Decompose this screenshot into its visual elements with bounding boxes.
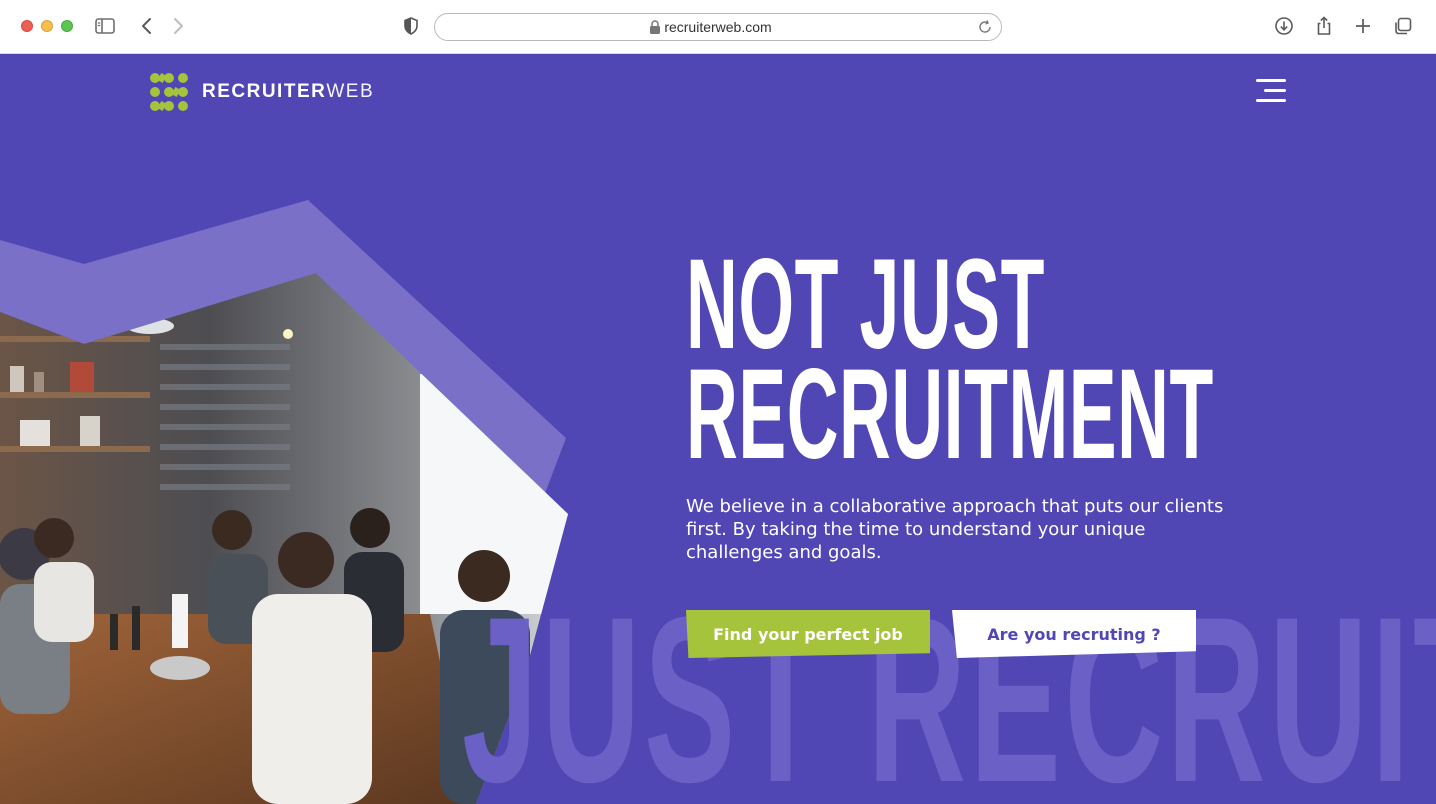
chevron-right-icon[interactable] — [167, 15, 189, 37]
plus-icon[interactable] — [1352, 15, 1374, 37]
find-job-button[interactable]: Find your perfect job — [686, 610, 930, 658]
hero-section: JUST RECRUITM RECRUITERWEB NOT JUST RECR… — [0, 54, 1436, 804]
logo-wordmark: RECRUITERWEB — [202, 81, 374, 103]
menu-line — [1256, 99, 1286, 102]
url-text: recruiterweb.com — [664, 19, 772, 35]
sidebar-icon[interactable] — [94, 15, 116, 37]
download-icon[interactable] — [1273, 15, 1295, 37]
recruiting-button[interactable]: Are you recruting ? — [952, 610, 1196, 658]
minimize-window-button[interactable] — [41, 20, 53, 32]
reload-icon[interactable] — [977, 19, 993, 35]
site-logo[interactable]: RECRUITERWEB — [149, 72, 374, 112]
hero-headline: NOT JUST RECRUITMENT — [686, 241, 1214, 486]
browser-toolbar: recruiterweb.com — [0, 0, 1436, 54]
logo-text-bold: RECRUITER — [202, 81, 327, 102]
logo-mark-icon — [150, 73, 188, 111]
tabs-icon[interactable] — [1392, 15, 1414, 37]
hero-description: We believe in a collaborative approach t… — [686, 496, 1224, 563]
share-icon[interactable] — [1313, 15, 1335, 37]
menu-line — [1256, 79, 1286, 82]
headline-line-2: RECRUITMENT — [686, 343, 1214, 486]
chevron-left-icon[interactable] — [136, 15, 158, 37]
close-window-button[interactable] — [21, 20, 33, 32]
logo-text-light: WEB — [326, 81, 375, 102]
hamburger-menu-icon[interactable] — [1254, 78, 1286, 104]
menu-line — [1264, 89, 1286, 92]
zoom-window-button[interactable] — [61, 20, 73, 32]
address-bar[interactable]: recruiterweb.com — [434, 13, 1002, 41]
shield-icon[interactable] — [400, 15, 422, 37]
watermark-text: JUST RECRUITM — [462, 568, 1436, 804]
